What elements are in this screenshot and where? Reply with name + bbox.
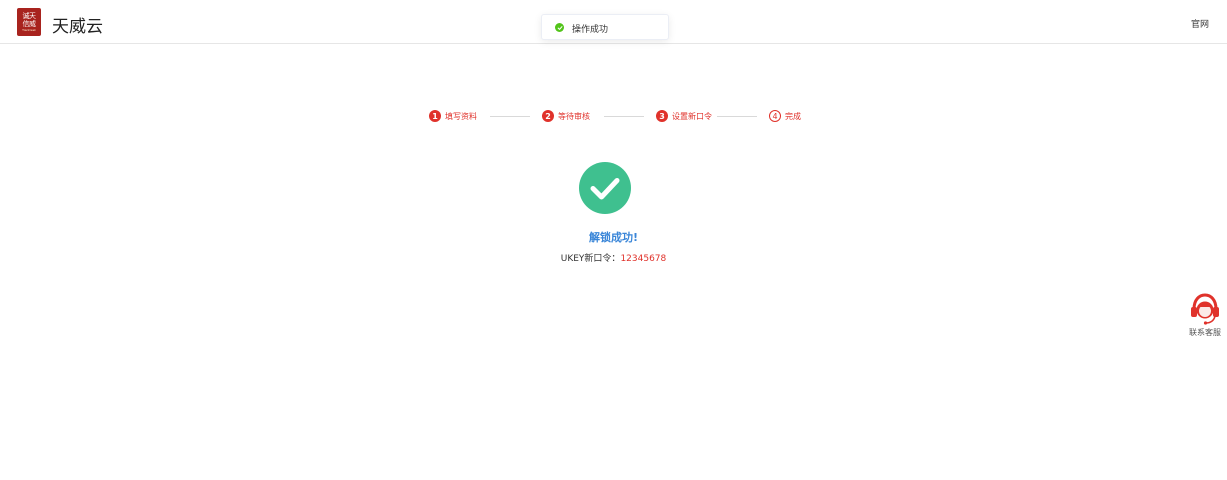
toast-message: 操作成功 (572, 25, 609, 35)
brand-name: 天威云 (52, 17, 103, 37)
step-complete: 4 完成 (769, 109, 801, 123)
headset-icon (1191, 293, 1219, 325)
ukey-label: UKEY新口令： (560, 254, 621, 264)
check-circle-icon (555, 23, 564, 32)
step-label: 填写资料 (445, 111, 477, 121)
step-set-password: 3 设置新口令 (656, 109, 712, 123)
check-icon (590, 178, 620, 200)
success-toast: 操作成功 (541, 14, 669, 40)
company-logo[interactable]: 诚天 信威 TianDesk (17, 8, 41, 36)
step-number: 3 (656, 110, 668, 122)
official-site-link[interactable]: 官网 (1191, 17, 1209, 30)
step-await-review: 2 等待审核 (542, 109, 590, 123)
customer-service-label: 联系客服 (1189, 328, 1221, 337)
logo-glyph-bottom: 信威 (22, 20, 37, 28)
step-label: 等待审核 (558, 111, 590, 121)
progress-steps: 1 填写资料 2 等待审核 3 设置新口令 4 完成 (0, 109, 1227, 123)
step-connector (717, 116, 757, 117)
logo-subtext: TianDesk (22, 28, 36, 32)
step-number: 1 (429, 110, 441, 122)
step-fill-info: 1 填写资料 (429, 109, 477, 123)
ukey-value: 12345678 (620, 254, 667, 264)
success-check-badge (579, 162, 631, 214)
step-number: 4 (769, 110, 781, 122)
step-connector (490, 116, 530, 117)
logo-glyph-top: 诚天 (22, 12, 37, 20)
step-label: 设置新口令 (672, 111, 712, 121)
step-connector (604, 116, 644, 117)
result-title: 解锁成功! (588, 231, 639, 244)
step-label: 完成 (785, 111, 801, 121)
customer-service-button[interactable]: 联系客服 (1189, 292, 1221, 338)
ukey-password-line: UKEY新口令：12345678 (0, 251, 1227, 264)
step-number: 2 (542, 110, 554, 122)
